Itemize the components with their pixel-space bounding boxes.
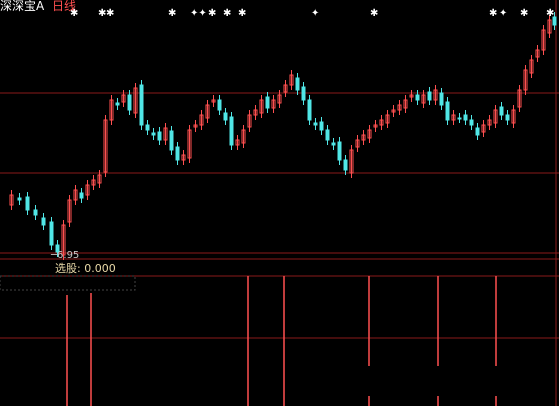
candle-body: [445, 101, 450, 121]
candle-body: [307, 99, 312, 121]
candle-body: [115, 102, 120, 106]
candle-body: [41, 217, 46, 226]
signal-marker: ✱: [168, 8, 177, 19]
signal-marker: ✱: [238, 8, 247, 19]
candle-body: [325, 129, 330, 141]
candle-body: [439, 92, 444, 106]
signal-marker: ✱: [489, 8, 498, 19]
candle-body: [343, 159, 348, 171]
candle-body: [127, 94, 132, 111]
candle-body: [469, 119, 474, 126]
kline-chart-window[interactable]: 深深宝A 日线 ✱ ✱ ✱ ✱ ✦✦ ✱ ✱ ✱ ✦ ✱ ✱ ✦ ✱ ✱ ─6.95 选股: 0.000: [0, 0, 559, 406]
candle-body: [157, 131, 162, 141]
signal-marker: ✱: [208, 8, 217, 19]
signal-marker: ✱: [70, 8, 79, 19]
signal-marker: ✱: [520, 8, 529, 19]
candle-body: [427, 91, 432, 101]
signal-marker: ✱: [223, 8, 232, 19]
candle-body: [79, 192, 84, 199]
stock-name: 深深宝A: [0, 0, 45, 13]
signal-marker: ✦✦: [190, 8, 207, 19]
candle-body: [229, 116, 234, 146]
candle-body: [505, 114, 510, 121]
candle-body: [313, 122, 318, 126]
candle-body: [475, 127, 480, 136]
candle-body: [145, 124, 150, 131]
label-box: [0, 275, 136, 291]
signal-marker: ✱: [546, 8, 555, 19]
candle-body: [175, 146, 180, 161]
candle-body: [217, 99, 222, 111]
candle-body: [17, 197, 22, 201]
indicator-label: 选股: 0.000: [55, 262, 116, 275]
candle-body: [463, 114, 468, 121]
low-price-label: 6.95: [57, 250, 80, 261]
candle-body: [139, 84, 144, 126]
candle-body: [223, 112, 228, 121]
candle-body: [415, 94, 420, 101]
chart-canvas[interactable]: [0, 0, 559, 406]
candlesticks: [9, 12, 557, 260]
candle-body: [499, 106, 504, 116]
candle-body: [33, 209, 38, 216]
candle-body: [319, 121, 324, 131]
candle-body: [331, 142, 336, 146]
candle-body: [457, 117, 462, 120]
candle-body: [49, 221, 54, 246]
candle-body: [151, 132, 156, 136]
candle-body: [265, 96, 270, 109]
signal-marker: ✦: [499, 8, 508, 19]
signal-marker: ✦: [311, 8, 320, 19]
indicator-bars: [66, 276, 497, 406]
signal-marker: ✱: [106, 8, 115, 19]
grid-lines: [0, 0, 559, 406]
candle-body: [169, 130, 174, 151]
candle-body: [25, 196, 30, 211]
candle-body: [295, 77, 300, 91]
signal-marker: ✱: [370, 8, 379, 19]
candle-body: [337, 141, 342, 161]
low-price-marker: ─6.95: [51, 250, 79, 262]
candle-body: [301, 86, 306, 101]
